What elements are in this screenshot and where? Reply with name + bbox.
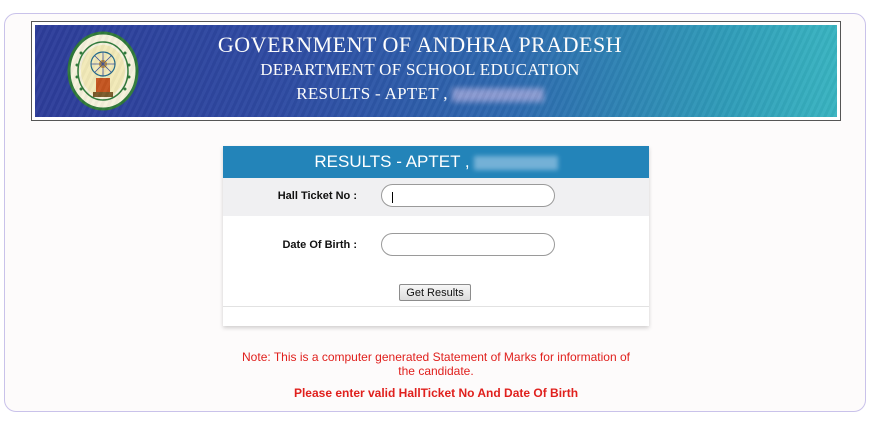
government-seal-icon bbox=[67, 31, 139, 111]
banner-title-block: GOVERNMENT OF ANDHRA PRADESH DEPARTMENT … bbox=[185, 31, 655, 106]
banner-background: GOVERNMENT OF ANDHRA PRADESH DEPARTMENT … bbox=[35, 25, 837, 117]
statement-note: Note: This is a computer generated State… bbox=[242, 350, 630, 378]
text-cursor bbox=[392, 192, 393, 203]
dob-label: Date Of Birth : bbox=[282, 239, 357, 251]
dob-input[interactable] bbox=[381, 233, 555, 256]
hall-ticket-input[interactable] bbox=[381, 184, 555, 207]
get-results-button[interactable]: Get Results bbox=[399, 284, 471, 301]
redacted-year bbox=[473, 155, 558, 170]
redacted-year bbox=[451, 88, 544, 103]
validation-error-message: Please enter valid HallTicket No And Dat… bbox=[293, 386, 579, 400]
banner-results-label: RESULTS - APTET , bbox=[296, 84, 448, 103]
banner-government-title: GOVERNMENT OF ANDHRA PRADESH bbox=[217, 32, 623, 57]
header-banner: GOVERNMENT OF ANDHRA PRADESH DEPARTMENT … bbox=[31, 21, 841, 121]
banner-department-title: DEPARTMENT OF SCHOOL EDUCATION bbox=[260, 60, 580, 79]
form-footer-divider bbox=[223, 306, 649, 307]
form-title: RESULTS - APTET , bbox=[314, 152, 470, 171]
banner-results-title: RESULTS - APTET , bbox=[185, 82, 655, 106]
results-form-card: RESULTS - APTET , Hall Ticket No : Date … bbox=[223, 146, 649, 326]
form-header: RESULTS - APTET , bbox=[223, 146, 649, 186]
hall-ticket-label: Hall Ticket No : bbox=[277, 190, 357, 202]
